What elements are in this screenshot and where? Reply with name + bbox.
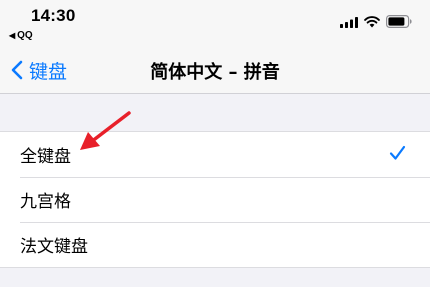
list-item-label: 九宫格	[20, 192, 71, 212]
annotation-arrow-icon	[80, 111, 131, 150]
list-item-label: 法文键盘	[20, 237, 88, 257]
list-item-french-keyboard[interactable]: 法文键盘	[0, 222, 430, 267]
list-item-nine-grid[interactable]: 九宫格	[0, 177, 430, 222]
cellular-signal-icon	[340, 17, 358, 28]
back-app-label: QQ	[17, 30, 33, 41]
battery-icon	[386, 15, 412, 28]
status-time: 14:30	[31, 6, 76, 25]
page-title: 简体中文 – 拼音	[150, 62, 280, 83]
back-to-app-button[interactable]: ◀ QQ	[9, 30, 33, 41]
checkmark-icon	[389, 145, 406, 160]
list-item-label: 全键盘	[20, 147, 71, 167]
navigation-bar: 键盘 简体中文 – 拼音	[0, 46, 430, 94]
screen: 14:30 ◀ QQ 键盘 简体中文 – 拼音 全键盘 九宫格 法文键盘	[0, 0, 430, 287]
status-bar: 14:30 ◀ QQ	[0, 0, 430, 46]
list-item-full-keyboard[interactable]: 全键盘	[0, 132, 430, 177]
keyboard-layout-list: 全键盘 九宫格 法文键盘	[0, 131, 430, 268]
back-triangle-icon: ◀	[9, 31, 16, 40]
wifi-icon	[364, 16, 380, 28]
